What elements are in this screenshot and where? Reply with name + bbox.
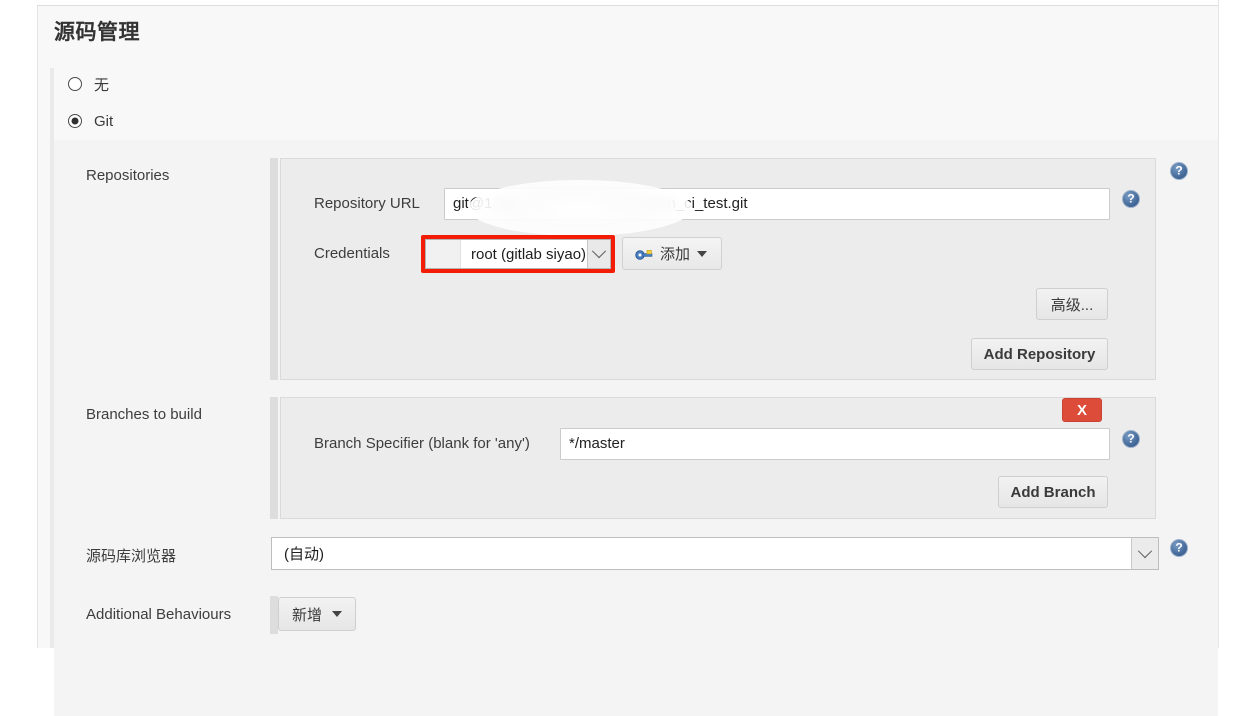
- right-margin: [1218, 0, 1244, 648]
- branch-specifier-input[interactable]: */master: [560, 428, 1110, 460]
- branches-repeatable-bar: [270, 397, 278, 519]
- repository-url-prefix: git@1: [453, 195, 493, 212]
- credentials-dropdown-chevron-down-icon[interactable]: [587, 240, 610, 268]
- credentials-select-gutter: [426, 240, 461, 268]
- repository-browser-selected-value: (自动): [284, 546, 324, 563]
- add-credentials-button[interactable]: 添加: [622, 237, 722, 270]
- repository-browser-help-icon[interactable]: ?: [1170, 539, 1188, 557]
- radio-none-icon[interactable]: [68, 77, 82, 91]
- add-credentials-chevron-down-icon[interactable]: [697, 250, 708, 257]
- add-credentials-label: 添加: [660, 246, 691, 263]
- scm-option-git-label: Git: [94, 112, 114, 130]
- scm-option-none-label: 无: [94, 76, 110, 94]
- additional-behaviours-label: Additional Behaviours: [86, 606, 232, 623]
- advanced-button[interactable]: 高级...: [1036, 288, 1108, 320]
- remove-branch-button[interactable]: X: [1062, 398, 1102, 422]
- page-title: 源码管理: [54, 21, 140, 44]
- repository-url-suffix: t/python_ci_test.git: [622, 195, 748, 212]
- add-behaviour-button[interactable]: 新增: [278, 597, 356, 631]
- repositories-label: Repositories: [86, 167, 170, 184]
- scm-option-none[interactable]: 无: [68, 73, 109, 95]
- branches-to-build-label: Branches to build: [86, 406, 202, 423]
- add-behaviour-chevron-down-icon[interactable]: [332, 611, 342, 617]
- scm-configuration-page: 源码管理 无 Git Repositories Repository URL g…: [0, 0, 1244, 716]
- branch-specifier-label: Branch Specifier (blank for 'any'): [314, 435, 530, 452]
- repository-url-label: Repository URL: [314, 195, 420, 212]
- add-repository-button[interactable]: Add Repository: [971, 338, 1108, 370]
- repository-browser-label: 源码库浏览器: [86, 548, 177, 565]
- repository-url-help-icon[interactable]: ?: [1122, 190, 1140, 208]
- scm-option-git[interactable]: Git: [68, 110, 113, 132]
- credentials-selected-value: root (gitlab siyao): [471, 245, 587, 263]
- repository-url-input[interactable]: git@1 t/python_ci_test.git: [444, 188, 1110, 220]
- repositories-help-icon[interactable]: ?: [1170, 162, 1188, 180]
- radio-git-icon[interactable]: [68, 114, 82, 128]
- credentials-label: Credentials: [314, 245, 390, 262]
- branch-specifier-help-icon[interactable]: ?: [1122, 430, 1140, 448]
- repository-browser-chevron-down-icon[interactable]: [1131, 538, 1158, 569]
- repository-browser-select[interactable]: (自动): [271, 537, 1159, 570]
- key-icon: [635, 249, 653, 260]
- credentials-select[interactable]: root (gitlab siyao): [425, 239, 611, 269]
- repositories-repeatable-bar: [270, 158, 278, 380]
- add-behaviour-label: 新增: [291, 606, 322, 624]
- additional-behaviours-repeatable-bar: [270, 596, 278, 634]
- add-branch-button[interactable]: Add Branch: [998, 476, 1108, 508]
